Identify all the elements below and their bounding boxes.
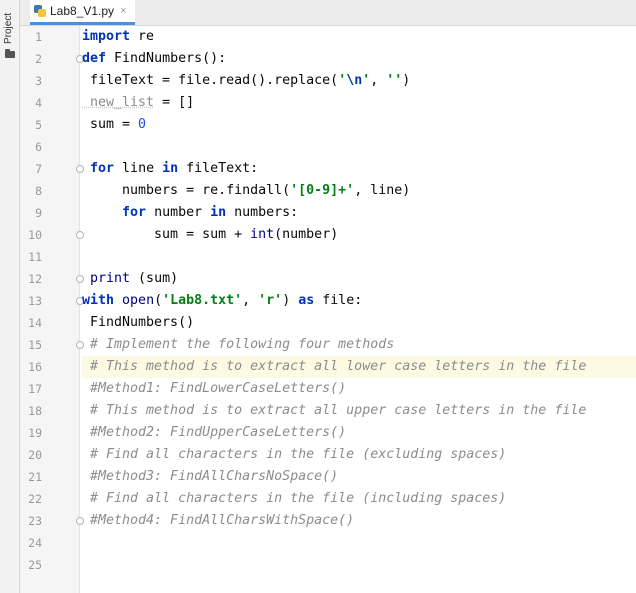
- project-label: Project: [3, 12, 14, 44]
- code-line-4[interactable]: new_list = []: [82, 92, 636, 114]
- python-file-icon: [34, 5, 46, 17]
- line-number: 24: [28, 536, 42, 550]
- line-number: 5: [35, 118, 42, 132]
- close-icon[interactable]: ×: [120, 5, 126, 17]
- line-number: 4: [35, 96, 42, 110]
- code-line-24[interactable]: [82, 532, 636, 554]
- code-line-13[interactable]: with open('Lab8.txt', 'r') as file:: [82, 290, 636, 312]
- code-line-12[interactable]: print (sum): [82, 268, 636, 290]
- code-line-15[interactable]: # Implement the following four methods: [82, 334, 636, 356]
- line-number: 13: [28, 294, 42, 308]
- tool-window-strip: Project: [0, 0, 20, 593]
- code-line-17[interactable]: #Method1: FindLowerCaseLetters(): [82, 378, 636, 400]
- project-tool-button[interactable]: Project: [0, 0, 20, 60]
- code-line-7[interactable]: for line in fileText:: [82, 158, 636, 180]
- line-number: 10: [28, 228, 42, 242]
- line-number: 11: [28, 250, 42, 264]
- line-number: 1: [35, 30, 42, 44]
- line-number: 9: [35, 206, 42, 220]
- code-line-10[interactable]: sum = sum + int(number): [82, 224, 636, 246]
- code-line-21[interactable]: #Method3: FindAllCharsNoSpace(): [82, 466, 636, 488]
- line-number: 18: [28, 404, 42, 418]
- line-number: 8: [35, 184, 42, 198]
- line-number-gutter: [20, 26, 80, 593]
- line-number: 15: [28, 338, 42, 352]
- editor-tab[interactable]: Lab8_V1.py ×: [30, 0, 135, 25]
- line-number: 14: [28, 316, 42, 330]
- code-line-3[interactable]: fileText = file.read().replace('\n', ''): [82, 70, 636, 92]
- line-number: 23: [28, 514, 42, 528]
- code-line-22[interactable]: # Find all characters in the file (inclu…: [82, 488, 636, 510]
- code-line-23[interactable]: #Method4: FindAllCharsWithSpace(): [82, 510, 636, 532]
- line-number: 7: [35, 162, 42, 176]
- line-number: 25: [28, 558, 42, 572]
- code-line-14[interactable]: FindNumbers(): [82, 312, 636, 334]
- line-number: 22: [28, 492, 42, 506]
- code-line-1[interactable]: import re: [82, 26, 636, 48]
- code-line-9[interactable]: for number in numbers:: [82, 202, 636, 224]
- code-line-5[interactable]: sum = 0: [82, 114, 636, 136]
- tab-filename: Lab8_V1.py: [50, 4, 115, 18]
- code-line-18[interactable]: # This method is to extract all upper ca…: [82, 400, 636, 422]
- line-number: 6: [35, 140, 42, 154]
- code-line-8[interactable]: numbers = re.findall('[0-9]+', line): [82, 180, 636, 202]
- editor-tab-bar: Lab8_V1.py ×: [20, 0, 636, 26]
- code-line-6[interactable]: [82, 136, 636, 158]
- line-number: 17: [28, 382, 42, 396]
- folder-icon: [5, 49, 15, 58]
- line-number: 3: [35, 74, 42, 88]
- line-number: 16: [28, 360, 42, 374]
- line-number: 19: [28, 426, 42, 440]
- code-line-11[interactable]: [82, 246, 636, 268]
- line-number: 2: [35, 52, 42, 66]
- code-line-25[interactable]: [82, 554, 636, 576]
- line-number: 12: [28, 272, 42, 286]
- code-line-16-current[interactable]: # This method is to extract all lower ca…: [82, 356, 636, 378]
- line-number: 20: [28, 448, 42, 462]
- code-line-2[interactable]: def FindNumbers():: [82, 48, 636, 70]
- code-line-20[interactable]: # Find all characters in the file (exclu…: [82, 444, 636, 466]
- code-line-19[interactable]: #Method2: FindUpperCaseLetters(): [82, 422, 636, 444]
- line-number: 21: [28, 470, 42, 484]
